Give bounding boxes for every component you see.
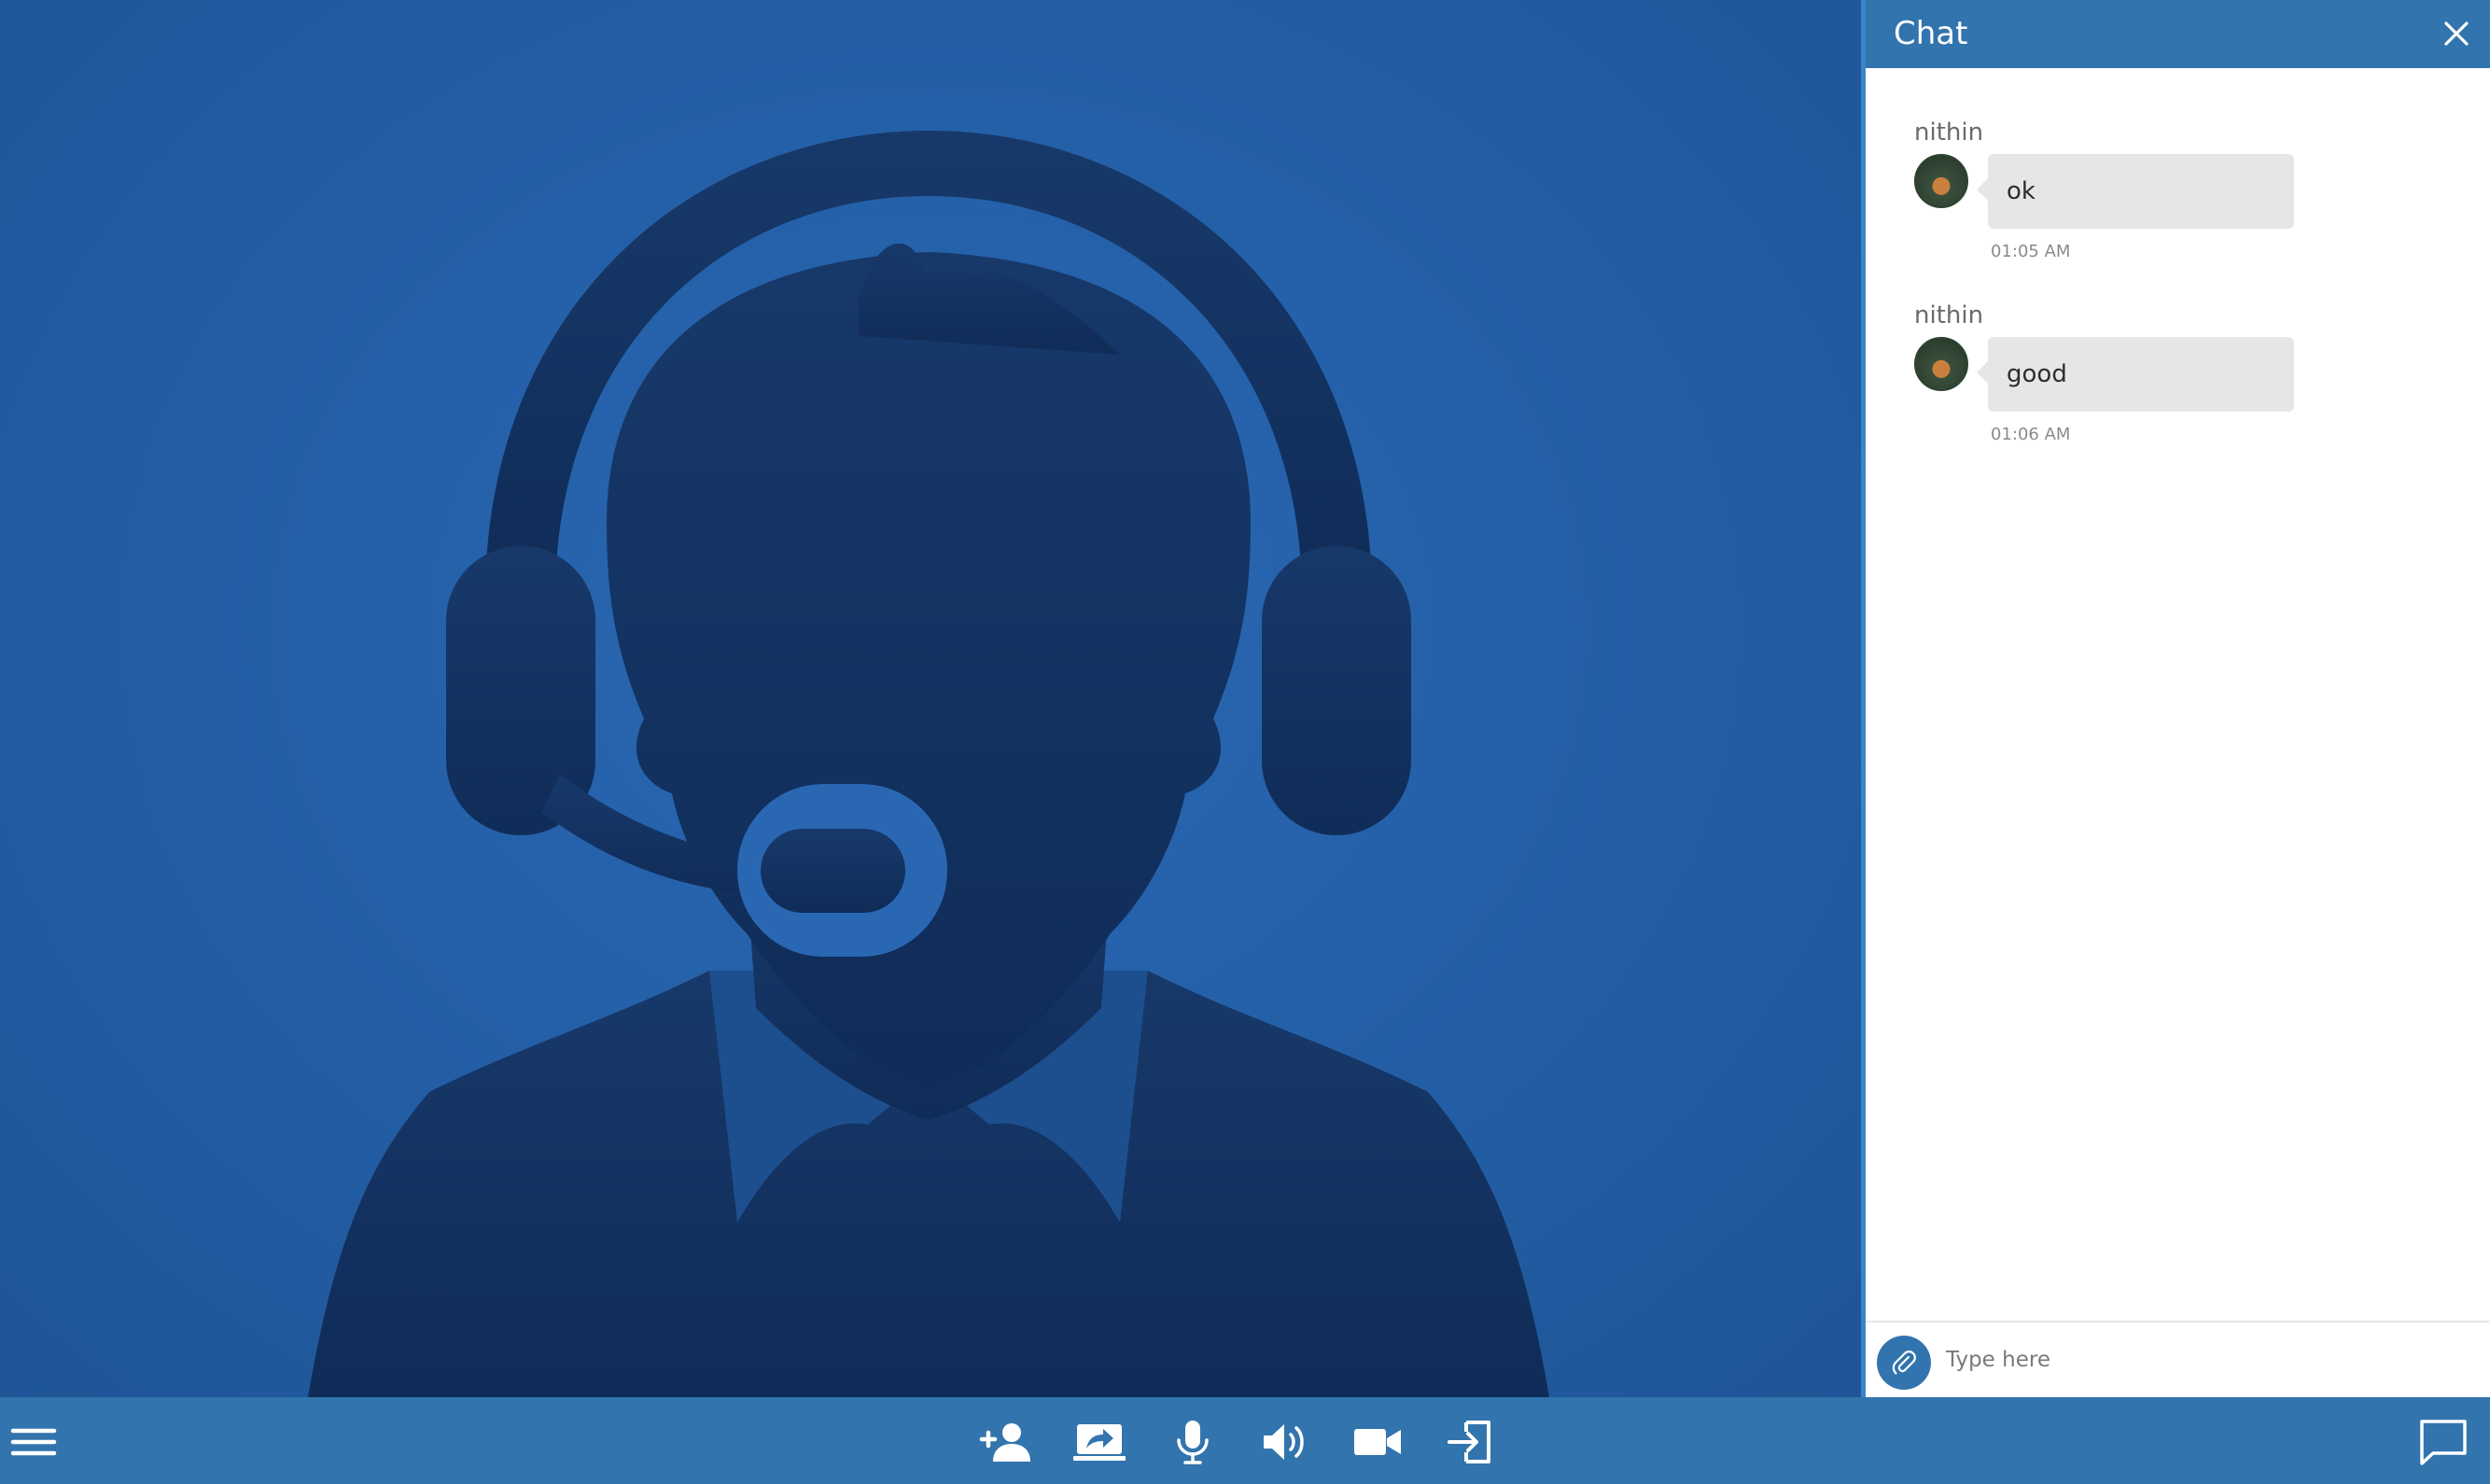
chat-message: nithin ok 01:05 AM (1866, 68, 2490, 261)
exit-call-button[interactable] (1440, 1414, 1500, 1470)
support-agent-placeholder-icon (308, 131, 1549, 1397)
menu-button[interactable] (4, 1414, 63, 1470)
message-list: nithin ok 01:05 AM nithin good 01:06 AM (1866, 68, 2490, 1323)
attach-button[interactable] (1877, 1336, 1931, 1390)
message-bubble: ok (1977, 154, 2294, 229)
chat-message: nithin good 01:06 AM (1866, 251, 2490, 444)
video-area (0, 0, 1861, 1397)
microphone-icon (1177, 1421, 1209, 1464)
add-user-icon (979, 1423, 1030, 1462)
close-icon (2444, 21, 2469, 46)
chat-header: Chat (1866, 0, 2490, 68)
speaker-button[interactable] (1255, 1414, 1315, 1470)
message-sender: nithin (1914, 301, 1984, 329)
video-camera-button[interactable] (1348, 1414, 1407, 1470)
chat-input-bar (1866, 1321, 2490, 1397)
close-chat-button[interactable] (2436, 13, 2477, 54)
avatar (1914, 337, 1968, 391)
menu-icon (10, 1428, 57, 1456)
speaker-icon (1264, 1424, 1304, 1460)
add-participant-button[interactable] (976, 1414, 1036, 1470)
message-bubble: good (1977, 337, 2294, 412)
call-toolbar (0, 1397, 2490, 1484)
chat-panel: Chat nithin ok 01:05 AM nithin good 01:0… (1861, 0, 2490, 1397)
chat-toggle-button[interactable] (2413, 1414, 2473, 1470)
exit-icon (1448, 1421, 1490, 1463)
share-screen-icon (1073, 1424, 1126, 1461)
chat-message-input[interactable] (1944, 1334, 2470, 1386)
chat-title: Chat (1894, 15, 1968, 52)
paperclip-icon (1892, 1351, 1916, 1375)
chat-icon (2420, 1420, 2467, 1465)
message-time: 01:06 AM (1991, 425, 2071, 444)
message-sender: nithin (1914, 119, 1984, 147)
avatar (1914, 154, 1968, 208)
video-camera-icon (1354, 1429, 1401, 1455)
microphone-button[interactable] (1163, 1414, 1223, 1470)
share-screen-button[interactable] (1070, 1414, 1129, 1470)
